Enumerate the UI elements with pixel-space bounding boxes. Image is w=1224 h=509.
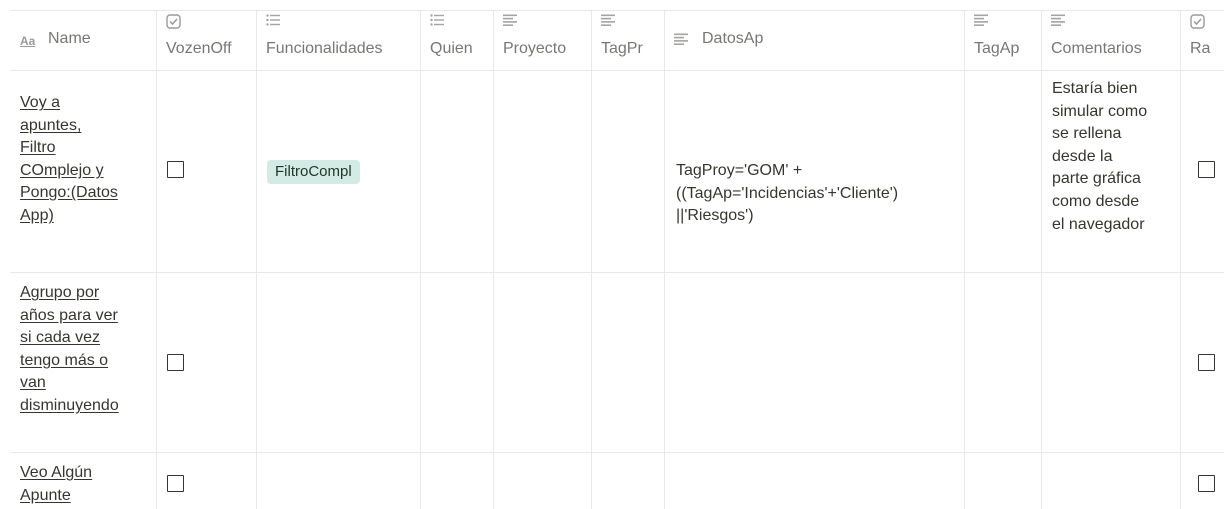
- row-divider: [10, 452, 1224, 453]
- datosap-text[interactable]: TagProy='GOM' + ((TagAp='Incidencias'+'C…: [676, 160, 961, 228]
- vozenoff-checkbox[interactable]: [167, 161, 184, 178]
- column-header-tagpr[interactable]: TagPr: [591, 10, 664, 70]
- ra-checkbox[interactable]: [1198, 475, 1215, 492]
- text-lines-icon: [674, 33, 690, 47]
- vozenoff-checkbox[interactable]: [167, 475, 184, 492]
- multi-select-icon: [430, 14, 446, 28]
- column-header-name[interactable]: Aa Name: [10, 10, 156, 70]
- row-title-link[interactable]: Veo Algún Apunte: [20, 464, 92, 504]
- column-header-datosap[interactable]: DatosAp: [664, 10, 964, 70]
- column-divider: [964, 10, 965, 509]
- table-row-1-name[interactable]: Voy a apuntes, Filtro COmplejo y Pongo:(…: [20, 92, 150, 228]
- checkbox-icon: [166, 14, 182, 29]
- row-title-link[interactable]: Agrupo por años para ver si cada vez ten…: [20, 284, 119, 414]
- column-header-proyecto[interactable]: Proyecto: [493, 10, 591, 70]
- column-divider: [591, 10, 592, 509]
- multi-select-icon: [266, 14, 282, 28]
- column-divider: [664, 10, 665, 509]
- comentarios-text[interactable]: Estaría bien simular como se rellena des…: [1052, 78, 1177, 236]
- checkbox-icon: [1190, 14, 1206, 29]
- text-lines-icon: [503, 14, 519, 28]
- column-header-ra[interactable]: Ra: [1180, 10, 1224, 70]
- row-divider: [10, 272, 1224, 273]
- database-table: Aa Name VozenOff Funcionalidades Quien P…: [0, 0, 1224, 509]
- table-row-3-name[interactable]: Veo Algún Apunte: [20, 462, 150, 507]
- text-aa-icon: Aa: [20, 34, 36, 48]
- text-lines-icon: [974, 14, 990, 28]
- column-divider: [156, 10, 157, 509]
- column-divider: [1180, 10, 1181, 509]
- column-header-vozenoff[interactable]: VozenOff: [156, 10, 256, 70]
- column-divider: [493, 10, 494, 509]
- column-divider: [256, 10, 257, 509]
- ra-checkbox[interactable]: [1198, 161, 1215, 178]
- column-divider: [1041, 10, 1042, 509]
- column-header-quien[interactable]: Quien: [420, 10, 493, 70]
- column-divider: [420, 10, 421, 509]
- row-title-link[interactable]: Voy a apuntes, Filtro COmplejo y Pongo:(…: [20, 94, 118, 224]
- table-row-2-name[interactable]: Agrupo por años para ver si cada vez ten…: [20, 282, 150, 418]
- column-header-tagap[interactable]: TagAp: [964, 10, 1041, 70]
- column-header-comentarios[interactable]: Comentarios: [1041, 10, 1180, 70]
- row-divider: [10, 70, 1224, 71]
- text-lines-icon: [1051, 14, 1067, 28]
- text-lines-icon: [601, 14, 617, 28]
- column-header-funcionalidades[interactable]: Funcionalidades: [256, 10, 420, 70]
- vozenoff-checkbox[interactable]: [167, 354, 184, 371]
- funcionalidades-tag[interactable]: FiltroCompl: [267, 160, 360, 184]
- ra-checkbox[interactable]: [1198, 354, 1215, 371]
